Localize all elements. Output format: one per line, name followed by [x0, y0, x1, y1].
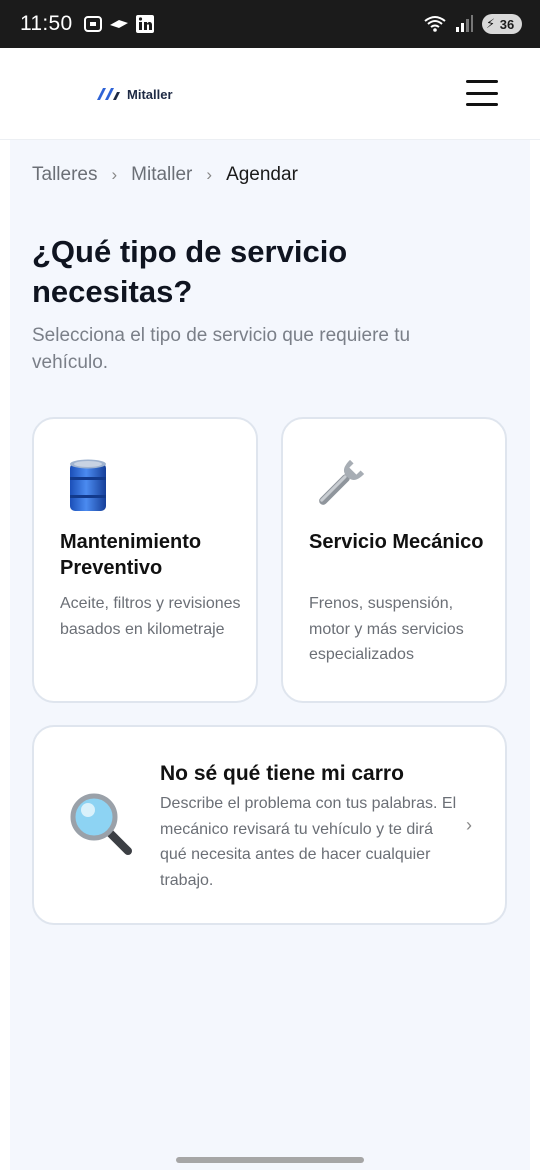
- service-card-title: No sé qué tiene mi carro: [160, 762, 404, 785]
- breadcrumb-separator: ›: [206, 165, 213, 184]
- battery-level: 36: [499, 16, 515, 32]
- menu-bar-icon: [466, 91, 498, 95]
- screenshot-icon: [83, 16, 102, 32]
- status-right: ⚡ 36: [424, 14, 522, 34]
- breadcrumb-item-talleres[interactable]: Talleres: [32, 164, 97, 186]
- logo-mark-icon: [97, 88, 120, 100]
- breadcrumb-separator: ›: [111, 165, 118, 184]
- home-indicator[interactable]: [176, 1157, 364, 1163]
- status-left: 11:50: [20, 12, 155, 36]
- menu-bar-icon: [466, 103, 498, 106]
- logo-text: Mitaller: [127, 86, 173, 102]
- breadcrumb-item-agendar: Agendar: [226, 164, 298, 185]
- service-card-mechanical[interactable]: Servicio Mecánico Frenos, suspensión, mo…: [281, 417, 507, 703]
- breadcrumb: Talleres › Mitaller › Agendar: [32, 164, 298, 186]
- service-card-description: Frenos, suspensión, motor y más servicio…: [309, 595, 464, 663]
- status-notification-icons: [83, 14, 155, 34]
- service-card-diagnosis[interactable]: No sé qué tiene mi carro Describe el pro…: [32, 725, 507, 925]
- page-subtitle: Selecciona el tipo de servicio que requi…: [32, 325, 411, 373]
- service-card-title: Servicio Mecánico: [309, 531, 484, 553]
- menu-bar-icon: [466, 80, 498, 83]
- linkedin-icon: [135, 15, 154, 33]
- wifi-icon: [424, 16, 446, 32]
- oil-barrel-icon: [60, 457, 116, 515]
- main-content: Talleres › Mitaller › Agendar ¿Qué tipo …: [10, 140, 530, 1170]
- service-card-description: Aceite, filtros y revisiones basados en …: [60, 595, 241, 638]
- status-bar: 11:50 ⚡ 36: [0, 0, 540, 48]
- service-card-description: Describe el problema con tus palabras. E…: [160, 795, 457, 889]
- status-time: 11:50: [20, 12, 73, 35]
- battery-icon: ⚡ 36: [482, 14, 522, 34]
- hamburger-menu-button[interactable]: [466, 80, 498, 106]
- signal-icon: [456, 15, 473, 32]
- logo[interactable]: Mitaller: [95, 78, 173, 110]
- service-card-preventive-maintenance[interactable]: Mantenimiento Preventivo Aceite, filtros…: [32, 417, 258, 703]
- chevron-right-icon: ›: [466, 815, 472, 835]
- messenger-icon: [109, 20, 128, 28]
- site-header: Mitaller: [0, 48, 540, 140]
- magnifier-icon: [68, 791, 134, 857]
- service-card-title: Mantenimiento Preventivo: [60, 531, 202, 579]
- breadcrumb-item-mitaller[interactable]: Mitaller: [131, 164, 192, 186]
- wrench-icon: [309, 457, 365, 515]
- page-title: ¿Qué tipo de servicio necesitas?: [32, 234, 348, 309]
